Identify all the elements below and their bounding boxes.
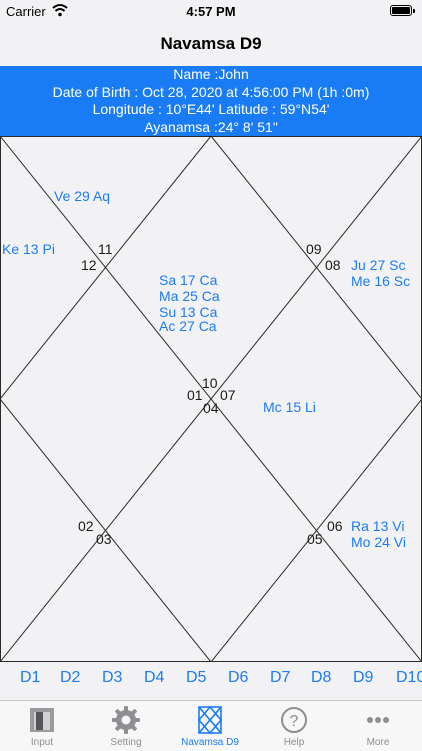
tab-bar: Input Setting Navamsa D9 ? Help More — [0, 700, 422, 751]
planet-rahu: Ra 13 Vi — [351, 518, 404, 534]
status-bar: Carrier 4:57 PM — [0, 0, 422, 22]
division-d7[interactable]: D7 — [270, 669, 290, 687]
input-icon — [30, 708, 54, 732]
info-name: Name :John — [173, 66, 249, 82]
navigation-bar: Navamsa D9 — [0, 22, 422, 66]
tab-setting[interactable]: Setting — [86, 703, 166, 748]
tab-navamsa[interactable]: Navamsa D9 — [170, 703, 250, 748]
navamsa-chart: 11 12 09 08 10 01 07 04 02 03 06 05 Ve 2… — [0, 136, 422, 662]
division-d6[interactable]: D6 — [228, 669, 248, 687]
tab-help[interactable]: ? Help — [254, 703, 334, 748]
tab-more-label: More — [366, 737, 390, 748]
house-number-03: 03 — [96, 531, 112, 547]
house-number-09: 09 — [306, 241, 322, 257]
house-number-12: 12 — [81, 257, 97, 273]
tab-help-label: Help — [283, 737, 305, 748]
birth-info-panel: Name :John Date of Birth : Oct 28, 2020 … — [0, 66, 422, 136]
planet-ketu: Ke 13 Pi — [2, 241, 55, 257]
tab-input[interactable]: Input — [2, 703, 82, 748]
division-d8[interactable]: D8 — [311, 669, 331, 687]
division-d10[interactable]: D10 — [396, 669, 422, 687]
planet-mars: Ma 25 Ca — [159, 288, 220, 304]
division-d4[interactable]: D4 — [144, 669, 164, 687]
planet-saturn: Sa 17 Ca — [159, 272, 218, 288]
tab-navamsa-label: Navamsa D9 — [181, 737, 239, 748]
house-number-01: 01 — [187, 387, 203, 403]
house-number-06: 06 — [327, 518, 343, 534]
navamsa-chart-icon — [197, 705, 223, 735]
division-d3[interactable]: D3 — [102, 669, 122, 687]
tab-setting-label: Setting — [110, 737, 142, 748]
division-d5[interactable]: D5 — [186, 669, 206, 687]
planet-venus: Ve 29 Aq — [54, 188, 110, 204]
info-coordinates: Longitude : 10°E44' Latitude : 59°N54' — [92, 101, 330, 117]
house-number-11: 11 — [98, 241, 113, 257]
house-number-04: 04 — [203, 400, 219, 416]
house-number-02: 02 — [78, 518, 94, 534]
more-icon — [367, 717, 389, 723]
house-number-08: 08 — [325, 257, 341, 273]
planet-moon: Mo 24 Vi — [351, 534, 406, 550]
page-title: Navamsa D9 — [160, 34, 262, 53]
battery-icon — [390, 5, 415, 16]
division-d2[interactable]: D2 — [60, 669, 80, 687]
chart-diagram: 11 12 09 08 10 01 07 04 02 03 06 05 Ve 2… — [0, 136, 422, 662]
info-ayanamsa: Ayanamsa :24° 8' 51" — [144, 118, 278, 135]
division-selector: D1 D2 D3 D4 D5 D6 D7 D8 D9 D10 — [0, 662, 422, 696]
house-number-05: 05 — [307, 531, 323, 547]
house-number-07: 07 — [220, 387, 236, 403]
house-number-10: 10 — [202, 375, 218, 391]
svg-text:?: ? — [290, 713, 299, 730]
help-icon: ? — [281, 707, 307, 733]
status-time: 4:57 PM — [186, 4, 236, 19]
info-date-of-birth: Date of Birth : Oct 28, 2020 at 4:56:00 … — [52, 83, 370, 100]
division-d9[interactable]: D9 — [353, 669, 373, 687]
tab-input-label: Input — [30, 737, 54, 748]
planet-ascendant: Ac 27 Ca — [159, 318, 217, 334]
planet-jupiter: Ju 27 Sc — [351, 257, 405, 273]
planet-mercury: Me 16 Sc — [351, 273, 410, 289]
division-d1[interactable]: D1 — [20, 669, 40, 687]
tab-more[interactable]: More — [338, 703, 418, 748]
gear-icon — [112, 706, 140, 734]
planet-midheaven: Mc 15 Li — [263, 399, 316, 415]
